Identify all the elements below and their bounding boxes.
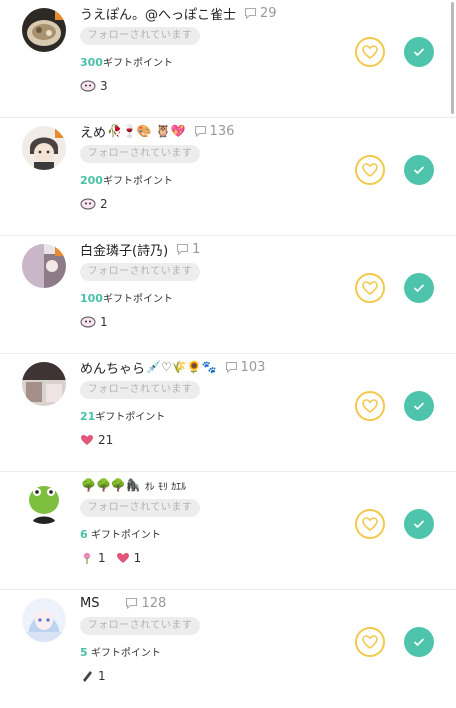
- heart-sticker-icon: [81, 435, 93, 445]
- ghost-sticker-icon: [80, 198, 96, 210]
- comment-count: 29: [244, 6, 277, 21]
- gift-points: 21ギフトポイント: [80, 410, 166, 423]
- user-name[interactable]: ｵﾚ ﾓﾘ ｶｴﾙ: [145, 478, 186, 493]
- follow-status-badge: フォローされています: [80, 27, 200, 45]
- avatar[interactable]: [22, 362, 66, 406]
- comment-count: 103: [225, 360, 265, 375]
- user-name[interactable]: 白金璘子(詩乃): [80, 240, 168, 259]
- name-emoji: 🌳🌳🌳🦍: [81, 478, 141, 492]
- gift-points: 200ギフトポイント: [80, 174, 173, 187]
- name-emoji: 💉♡🌾🌻🐾: [146, 360, 217, 374]
- check-icon: [413, 520, 425, 529]
- gift-points: 300ギフトポイント: [80, 56, 173, 69]
- comment-icon: [225, 361, 237, 373]
- name-line: 🌳🌳🌳🦍 ｵﾚ ﾓﾘ ｶｴﾙ: [80, 475, 186, 495]
- gift-points: 5 ギフトポイント: [80, 646, 161, 659]
- comment-icon: [126, 597, 138, 609]
- heart-icon: [362, 399, 378, 413]
- avatar[interactable]: [22, 480, 66, 524]
- list-item[interactable]: めんちゃら 💉♡🌾🌻🐾 103 フォローされています 21ギフトポイント 21: [0, 354, 456, 472]
- list-item[interactable]: 白金璘子(詩乃) 1 フォローされています 100ギフトポイント 1: [0, 236, 456, 354]
- check-icon: [413, 638, 425, 647]
- flower-sticker-icon: [83, 552, 91, 564]
- check-icon: [413, 48, 425, 57]
- scrollbar[interactable]: [451, 2, 454, 114]
- name-emoji: 🥀🍷🎨 🦉💖: [107, 124, 186, 138]
- name-line: うえぽん。@へっぽこ雀士 29: [80, 3, 277, 23]
- user-name[interactable]: MS: [80, 596, 99, 611]
- check-icon: [413, 284, 425, 293]
- reaction: 3: [80, 79, 108, 93]
- reactions: 1 1: [80, 550, 151, 566]
- heart-sticker-icon: [116, 553, 129, 563]
- follow-status-badge: フォローされています: [80, 263, 200, 281]
- gift-points: 100ギフトポイント: [80, 292, 173, 305]
- name-line: MS 128: [80, 593, 166, 613]
- follow-status-badge: フォローされています: [80, 381, 200, 399]
- reactions: 3: [80, 78, 118, 94]
- reaction: 21: [80, 433, 113, 447]
- follow-back-button[interactable]: [404, 37, 434, 67]
- check-icon: [413, 402, 425, 411]
- reactions: 1: [80, 314, 118, 330]
- like-button[interactable]: [355, 627, 385, 657]
- comment-icon: [194, 125, 206, 137]
- avatar[interactable]: [22, 8, 66, 52]
- reaction: 1: [80, 669, 106, 683]
- follow-status-badge: フォローされています: [80, 617, 200, 635]
- comment-icon: [244, 7, 257, 19]
- list-item[interactable]: うえぽん。@へっぽこ雀士 29 フォローされています 300ギフトポイント 3: [0, 0, 456, 118]
- name-line: 白金璘子(詩乃) 1: [80, 239, 200, 259]
- heart-icon: [362, 635, 378, 649]
- avatar[interactable]: [22, 244, 66, 288]
- user-name[interactable]: えめ: [80, 122, 106, 141]
- list-item[interactable]: えめ 🥀🍷🎨 🦉💖 136 フォローされています 200ギフトポイント 2: [0, 118, 456, 236]
- reactions: 1: [80, 668, 116, 684]
- like-button[interactable]: [355, 391, 385, 421]
- comment-icon: [177, 243, 189, 255]
- like-button[interactable]: [355, 273, 385, 303]
- reaction: 1: [116, 551, 141, 565]
- follow-back-button[interactable]: [404, 627, 434, 657]
- user-name[interactable]: うえぽん。@へっぽこ雀士: [80, 4, 236, 23]
- follow-status-badge: フォローされています: [80, 499, 200, 517]
- like-button[interactable]: [355, 155, 385, 185]
- name-line: えめ 🥀🍷🎨 🦉💖 136: [80, 121, 234, 141]
- reactions: 2: [80, 196, 118, 212]
- reaction: 1: [80, 551, 106, 565]
- list-item[interactable]: 🌳🌳🌳🦍 ｵﾚ ﾓﾘ ｶｴﾙ フォローされています 6 ギフトポイント 1 1: [0, 472, 456, 590]
- heart-icon: [362, 281, 378, 295]
- comment-count: 128: [125, 596, 166, 611]
- reaction: 1: [80, 315, 108, 329]
- follow-back-button[interactable]: [404, 509, 434, 539]
- ghost-sticker-icon: [80, 80, 96, 92]
- avatar[interactable]: [22, 598, 66, 642]
- like-button[interactable]: [355, 37, 385, 67]
- comment-count: 1: [176, 242, 200, 257]
- user-name[interactable]: めんちゃら: [80, 358, 145, 377]
- heart-icon: [362, 163, 378, 177]
- reactions: 21: [80, 432, 123, 448]
- follow-back-button[interactable]: [404, 391, 434, 421]
- ghost-sticker-icon: [80, 316, 96, 328]
- list-item[interactable]: MS 128 フォローされています 5 ギフトポイント 1: [0, 590, 456, 708]
- gift-points: 6 ギフトポイント: [80, 528, 161, 541]
- avatar[interactable]: [22, 126, 66, 170]
- follow-back-button[interactable]: [404, 155, 434, 185]
- name-line: めんちゃら 💉♡🌾🌻🐾 103: [80, 357, 265, 377]
- heart-icon: [362, 45, 378, 59]
- comment-count: 136: [194, 124, 234, 139]
- heart-icon: [362, 517, 378, 531]
- follow-back-button[interactable]: [404, 273, 434, 303]
- like-button[interactable]: [355, 509, 385, 539]
- follow-status-badge: フォローされています: [80, 145, 200, 163]
- check-icon: [413, 166, 425, 175]
- pen-sticker-icon: [83, 671, 92, 682]
- reaction: 2: [80, 197, 108, 211]
